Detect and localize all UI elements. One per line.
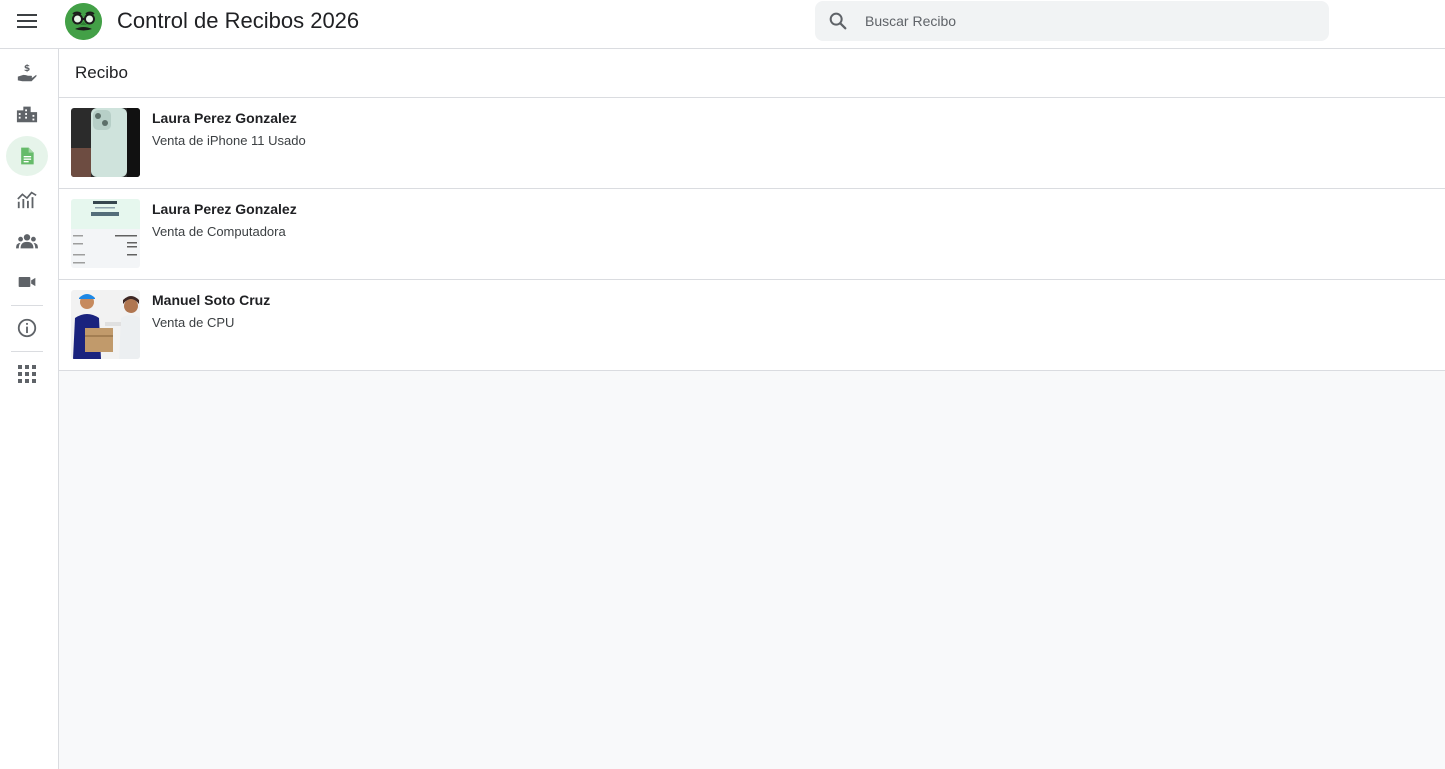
main-content: Recibo Laura Perez Gonzalez Venta de iPh… xyxy=(59,49,1445,769)
info-icon xyxy=(17,318,37,338)
receipt-description: Venta de Computadora xyxy=(152,224,286,239)
page-title: Recibo xyxy=(75,63,128,82)
receipt-list: Laura Perez Gonzalez Venta de iPhone 11 … xyxy=(59,98,1445,371)
receipt-client-name: Laura Perez Gonzalez xyxy=(152,201,297,217)
sidebar-item-companies[interactable] xyxy=(6,94,48,134)
receipt-thumbnail xyxy=(71,290,140,359)
search-icon[interactable] xyxy=(827,10,849,32)
sidebar-item-video[interactable] xyxy=(6,262,48,302)
sidebar-item-info[interactable] xyxy=(6,308,48,348)
section-header: Recibo xyxy=(59,49,1445,98)
receipt-thumbnail xyxy=(71,108,140,177)
receipt-description: Venta de iPhone 11 Usado xyxy=(152,133,306,148)
app-title: Control de Recibos 2026 xyxy=(117,8,360,33)
disguise-glasses-icon xyxy=(65,3,102,40)
receipt-client-name: Laura Perez Gonzalez xyxy=(152,110,297,126)
phone-photo-image xyxy=(71,108,140,177)
sidebar-nav: $ xyxy=(0,49,59,769)
receipt-thumbnail xyxy=(71,199,140,268)
menu-icon xyxy=(17,14,37,28)
hand-money-icon: $ xyxy=(17,63,37,82)
chart-icon xyxy=(17,191,37,209)
receipt-document-image xyxy=(71,199,140,268)
search-bar[interactable] xyxy=(815,1,1329,41)
receipt-client-name: Manuel Soto Cruz xyxy=(152,292,271,308)
document-icon xyxy=(21,147,34,165)
sidebar-divider xyxy=(11,305,43,306)
sidebar-item-analytics[interactable] xyxy=(6,179,48,219)
menu-button[interactable] xyxy=(11,5,43,37)
apps-grid-icon xyxy=(18,365,36,383)
list-item[interactable]: Laura Perez Gonzalez Venta de iPhone 11 … xyxy=(59,98,1445,189)
receipt-description: Venta de CPU xyxy=(152,315,235,330)
app-logo xyxy=(65,3,102,40)
sidebar-item-receipts[interactable] xyxy=(6,136,48,176)
sidebar-item-clients[interactable] xyxy=(6,221,48,261)
sidebar-divider xyxy=(11,351,43,352)
people-icon xyxy=(16,234,38,249)
search-input[interactable] xyxy=(865,1,1315,41)
list-item[interactable]: Manuel Soto Cruz Venta de CPU xyxy=(59,280,1445,371)
list-item[interactable]: Laura Perez Gonzalez Venta de Computador… xyxy=(59,189,1445,280)
svg-text:$: $ xyxy=(24,63,30,74)
sidebar-item-payments[interactable]: $ xyxy=(6,53,48,93)
sidebar-item-apps[interactable] xyxy=(6,354,48,394)
video-icon xyxy=(18,277,36,287)
buildings-icon xyxy=(16,106,38,123)
delivery-photo-image xyxy=(71,290,140,359)
top-app-bar: Control de Recibos 2026 xyxy=(0,0,1445,49)
